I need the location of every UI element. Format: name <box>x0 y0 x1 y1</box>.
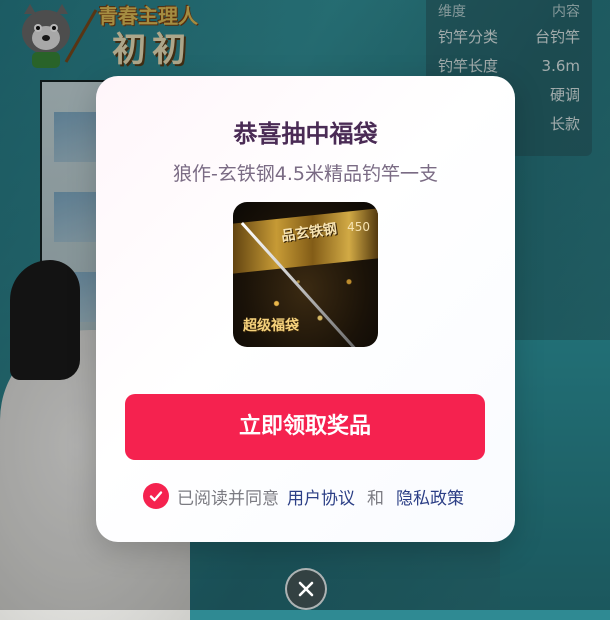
prize-image-label: 超级福袋 <box>243 318 299 334</box>
claim-prize-button[interactable]: 立即领取奖品 <box>125 394 485 460</box>
agreement-row: 已阅读并同意 用户协议 和 隐私政策 <box>143 483 468 509</box>
dialog-title: 恭喜抽中福袋 <box>233 120 378 148</box>
agreement-and: 和 <box>367 488 384 509</box>
close-icon <box>298 581 314 597</box>
prize-image: 品玄铁钢 450 超级福袋 <box>233 202 378 347</box>
prize-name: 狼作-玄铁钢4.5米精品钓竿一支 <box>172 163 439 185</box>
agreement-prefix: 已阅读并同意 <box>177 488 279 509</box>
check-icon <box>149 491 163 502</box>
privacy-policy-link[interactable]: 隐私政策 <box>396 484 464 509</box>
prize-dialog: 恭喜抽中福袋 狼作-玄铁钢4.5米精品钓竿一支 品玄铁钢 450 超级福袋 立即… <box>96 76 515 542</box>
close-dialog-button[interactable] <box>285 568 327 610</box>
prize-image-number: 450 <box>347 220 370 234</box>
agreement-checkbox[interactable] <box>143 483 169 509</box>
user-agreement-link[interactable]: 用户协议 <box>287 484 355 509</box>
